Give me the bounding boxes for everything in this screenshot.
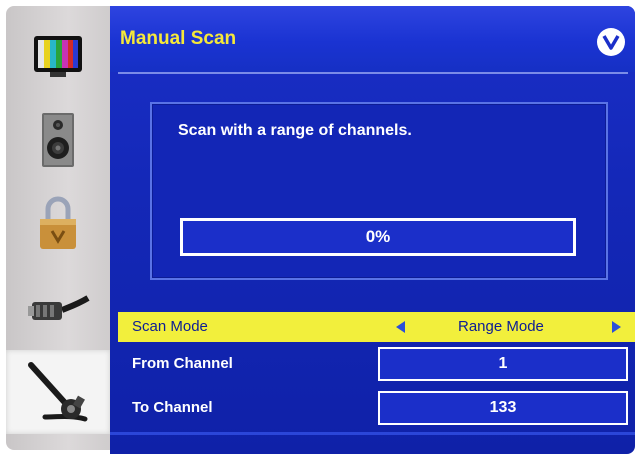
page-title: Manual Scan [120, 28, 237, 49]
title-bar: Manual Scan [110, 6, 635, 72]
to-channel-field[interactable]: 133 [378, 391, 628, 425]
to-channel-row[interactable]: To Channel 133 [118, 391, 635, 425]
padlock-icon [40, 196, 76, 249]
v-logo-icon [602, 35, 620, 50]
from-channel-field[interactable]: 1 [378, 347, 628, 381]
sidebar-item-input[interactable] [6, 266, 110, 350]
sidebar-item-parental-lock[interactable] [6, 182, 110, 266]
sidebar [6, 6, 110, 450]
sidebar-item-picture[interactable] [6, 14, 110, 98]
vizio-logo-icon [597, 28, 625, 56]
scan-progress-bar: 0% [180, 218, 576, 256]
scan-info-panel: Scan with a range of channels. 0% [150, 102, 608, 280]
scan-mode-label: Scan Mode [132, 318, 208, 335]
sidebar-item-audio[interactable] [6, 98, 110, 182]
to-channel-label: To Channel [132, 399, 213, 416]
sidebar-item-setup[interactable] [6, 350, 110, 434]
bottom-divider [110, 432, 635, 435]
scan-progress-label: 0% [365, 227, 391, 246]
scan-mode-row[interactable]: Scan Mode Range Mode [118, 312, 635, 342]
speaker-icon [42, 113, 74, 167]
tv-color-bars-icon [34, 36, 82, 77]
scan-mode-value: Range Mode [458, 318, 544, 335]
from-channel-label: From Channel [132, 355, 233, 372]
main-panel: Manual Scan Scan with a range of channel… [110, 6, 635, 454]
tv-menu-screen: Manual Scan Scan with a range of channel… [0, 0, 635, 454]
from-channel-row[interactable]: From Channel 1 [118, 347, 635, 381]
arrow-left-icon[interactable] [396, 321, 405, 333]
wrench-tool-icon [28, 362, 88, 422]
cable-connector-icon [28, 295, 90, 320]
scan-description: Scan with a range of channels. [178, 122, 412, 139]
title-divider [118, 72, 628, 74]
arrow-right-icon[interactable] [612, 321, 621, 333]
